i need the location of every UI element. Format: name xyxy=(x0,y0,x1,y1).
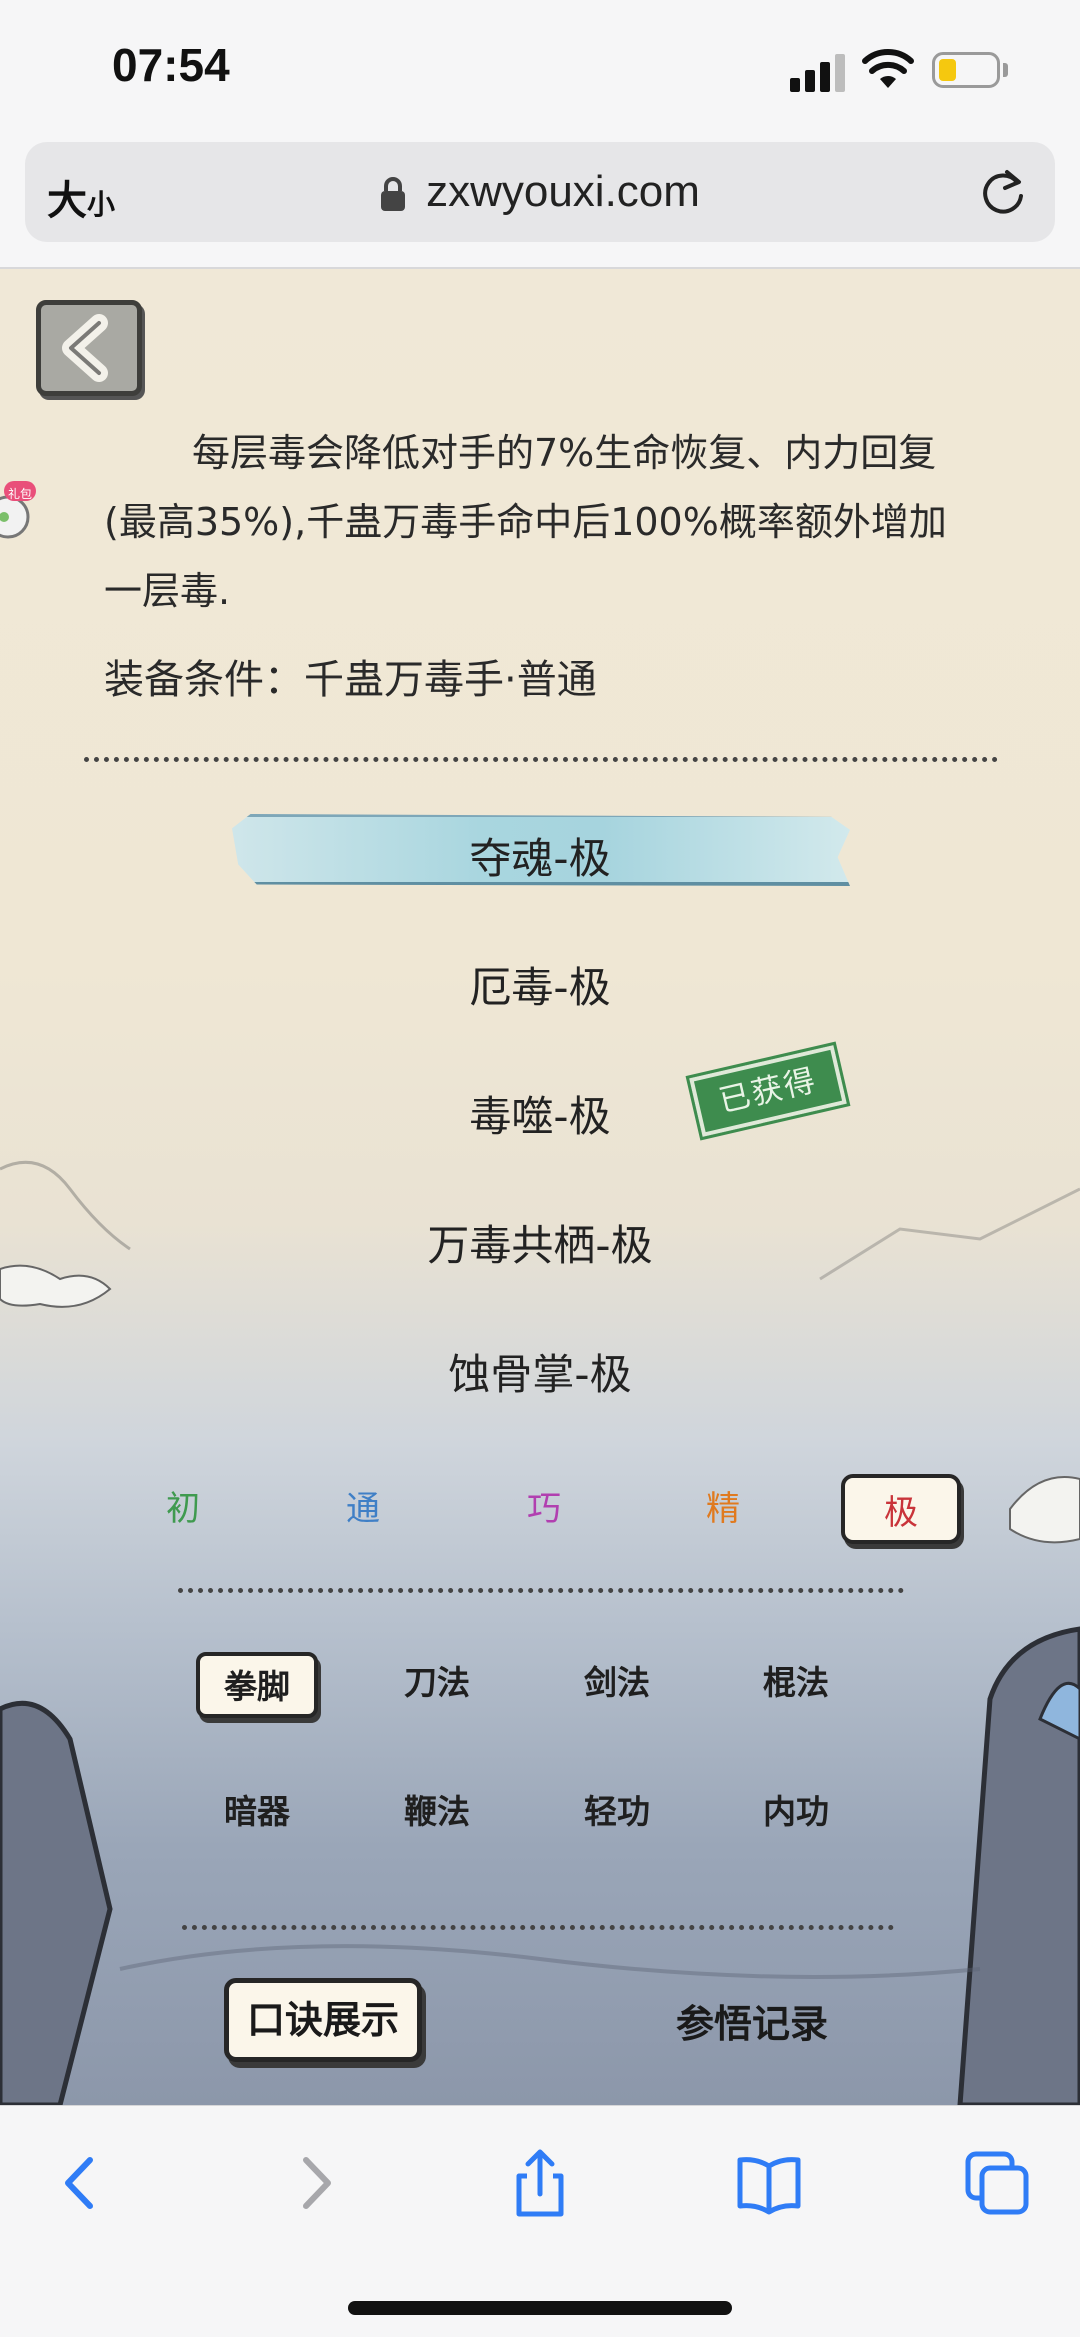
category-quanjiao[interactable]: 拳脚 xyxy=(196,1652,318,1718)
koujue-display-button[interactable]: 口诀展示 xyxy=(224,1978,422,2062)
category-qinggong[interactable]: 轻功 xyxy=(556,1781,678,1847)
category-daofa[interactable]: 刀法 xyxy=(376,1652,498,1718)
divider-dotted xyxy=(182,1925,894,1930)
grade-tab-ji[interactable]: 极 xyxy=(841,1474,961,1544)
url-display[interactable]: zxwyouxi.com xyxy=(25,142,1055,242)
back-arrow-icon xyxy=(62,314,108,382)
equip-condition: 装备条件：千蛊万毒手·普通 xyxy=(104,657,597,703)
cellular-signal-icon xyxy=(790,52,846,92)
canwu-record-link[interactable]: 参悟记录 xyxy=(676,1993,828,2048)
back-nav-icon[interactable] xyxy=(46,2148,116,2218)
url-text: zxwyouxi.com xyxy=(426,167,700,216)
status-bar: 07:54 xyxy=(0,0,1080,135)
grade-tab-qiao[interactable]: 巧 xyxy=(484,1474,604,1544)
category-bianfa[interactable]: 鞭法 xyxy=(376,1781,498,1847)
grade-tab-jing[interactable]: 精 xyxy=(663,1474,783,1544)
game-canvas: 礼包 每层毒会降低对手的7%生命恢复、内力回复(最高35%),千蛊万毒手命中后1… xyxy=(0,269,1080,2105)
gift-badge-label: 礼包 xyxy=(8,487,33,501)
divider-dotted xyxy=(84,757,998,762)
technique-item[interactable]: 厄毒-极 xyxy=(0,954,1080,1015)
skill-description: 每层毒会降低对手的7%生命恢复、内力回复(最高35%),千蛊万毒手命中后100%… xyxy=(104,431,947,613)
lock-icon xyxy=(381,177,406,211)
battery-tip xyxy=(1003,63,1008,77)
category-anqi[interactable]: 暗器 xyxy=(196,1781,318,1847)
back-button[interactable] xyxy=(36,300,142,396)
category-jianfa[interactable]: 剑法 xyxy=(556,1652,678,1718)
technique-item-selected[interactable]: 夺魂-极 xyxy=(0,825,1080,886)
technique-item[interactable]: 蚀骨掌-极 xyxy=(0,1341,1080,1402)
wifi-icon xyxy=(862,49,914,88)
home-indicator xyxy=(348,2301,732,2315)
category-neigong[interactable]: 内功 xyxy=(735,1781,857,1847)
address-bar[interactable]: 大小 zxwyouxi.com xyxy=(25,142,1055,242)
bookmarks-icon[interactable] xyxy=(734,2148,804,2218)
share-icon[interactable] xyxy=(505,2148,575,2218)
status-time: 07:54 xyxy=(112,39,230,91)
grade-tab-chu[interactable]: 初 xyxy=(123,1474,243,1544)
category-gunfa[interactable]: 棍法 xyxy=(735,1652,857,1718)
divider-dotted xyxy=(178,1588,904,1593)
forward-nav-icon[interactable] xyxy=(280,2148,350,2218)
grade-tab-tong[interactable]: 通 xyxy=(303,1474,423,1544)
technique-item[interactable]: 万毒共栖-极 xyxy=(0,1212,1080,1273)
battery-icon xyxy=(932,52,1000,88)
technique-item[interactable]: 毒噬-极 xyxy=(0,1083,1080,1144)
battery-level xyxy=(939,59,956,81)
reload-icon[interactable] xyxy=(977,166,1029,218)
tabs-icon[interactable] xyxy=(962,2148,1032,2218)
